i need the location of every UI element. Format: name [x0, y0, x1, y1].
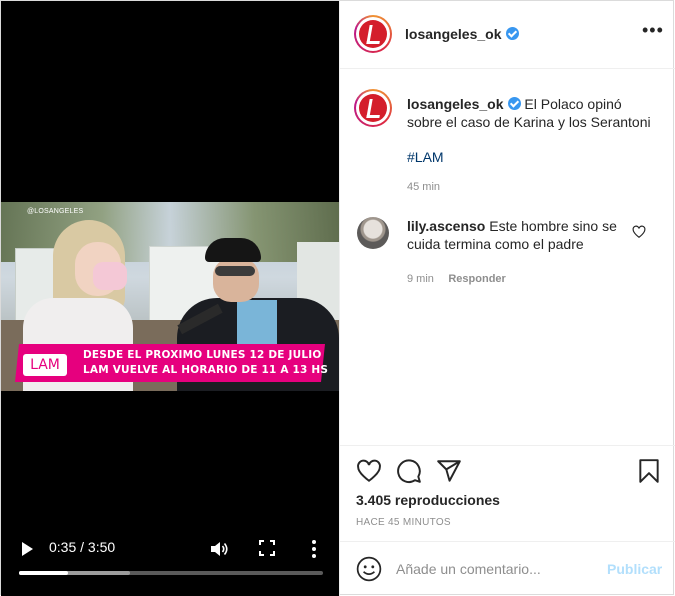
- interviewee-cap: [205, 238, 261, 262]
- banner-text: DESDE EL PROXIMO LUNES 12 DE JULIO LAM V…: [83, 348, 329, 378]
- video-controls: 0:35 / 3:50: [1, 531, 339, 581]
- more-options-button[interactable]: •••: [642, 21, 664, 39]
- losangeles-logo-icon: [359, 94, 387, 122]
- progress-bar[interactable]: [19, 571, 323, 575]
- instagram-post: @LOSANGELES LAM DESDE EL PROXIMO LUNES 1…: [0, 0, 675, 596]
- comment-like-heart-icon[interactable]: [632, 225, 646, 239]
- avatar-frame: [356, 91, 390, 125]
- post-header: losangeles_ok •••: [340, 1, 675, 69]
- video-watermark: @LOSANGELES: [27, 208, 84, 215]
- progress-played: [19, 571, 68, 575]
- more-vertical-icon[interactable]: [307, 539, 321, 559]
- comments-area: losangeles_ok El Polaco opinó sobre el c…: [340, 69, 675, 445]
- post-side-panel: losangeles_ok ••• losangeles_ok El Polac…: [339, 1, 675, 596]
- fullscreen-icon[interactable]: [259, 540, 275, 556]
- comment-input[interactable]: [396, 554, 596, 584]
- header-username[interactable]: losangeles_ok: [405, 26, 502, 42]
- caption-time[interactable]: 45 min: [407, 181, 440, 193]
- views-count[interactable]: 3.405 reproducciones: [356, 492, 500, 508]
- face-mask: [93, 262, 127, 290]
- commenter-avatar[interactable]: [357, 217, 389, 249]
- banner-line-1: DESDE EL PROXIMO LUNES 12 DE JULIO: [83, 349, 322, 361]
- verified-badge-icon: [505, 27, 519, 40]
- profile-avatar[interactable]: [354, 15, 392, 53]
- verified-badge-icon: [507, 97, 521, 110]
- video-frame[interactable]: @LOSANGELES LAM DESDE EL PROXIMO LUNES 1…: [1, 202, 339, 391]
- volume-icon[interactable]: [209, 539, 229, 559]
- interviewee-face: [213, 258, 259, 302]
- caption-username[interactable]: losangeles_ok: [407, 96, 504, 112]
- lam-logo: LAM: [23, 354, 67, 376]
- heart-icon[interactable]: [356, 458, 382, 484]
- share-icon[interactable]: [436, 458, 462, 484]
- play-icon[interactable]: [19, 541, 35, 557]
- losangeles-logo-icon: [359, 20, 387, 48]
- hashtag-link[interactable]: #LAM: [407, 149, 444, 165]
- bookmark-icon[interactable]: [636, 458, 662, 484]
- comment-time[interactable]: 9 min: [407, 273, 434, 285]
- comment: lily.ascenso Este hombre sino se cuida t…: [407, 217, 633, 253]
- sunglasses: [215, 266, 255, 276]
- header-user: losangeles_ok: [405, 26, 519, 44]
- banner-line-2: LAM VUELVE AL HORARIO DE 11 A 13 HS: [83, 364, 329, 376]
- comment-meta: 9 min Responder: [407, 269, 506, 287]
- post-timestamp[interactable]: HACE 45 MINUTOS: [356, 517, 451, 528]
- emoji-icon[interactable]: [356, 556, 382, 582]
- caption-avatar[interactable]: [354, 89, 392, 127]
- time-display: 0:35 / 3:50: [49, 539, 116, 555]
- publish-button[interactable]: Publicar: [607, 561, 662, 577]
- video-player[interactable]: @LOSANGELES LAM DESDE EL PROXIMO LUNES 1…: [1, 1, 339, 596]
- reply-button[interactable]: Responder: [448, 273, 505, 285]
- post-actions: 3.405 reproducciones HACE 45 MINUTOS: [340, 445, 675, 541]
- caption: losangeles_ok El Polaco opinó sobre el c…: [407, 95, 655, 131]
- avatar-frame: [356, 17, 390, 51]
- comment-username[interactable]: lily.ascenso: [407, 218, 485, 234]
- comment-icon[interactable]: [396, 458, 422, 484]
- add-comment-bar: Publicar: [340, 541, 675, 596]
